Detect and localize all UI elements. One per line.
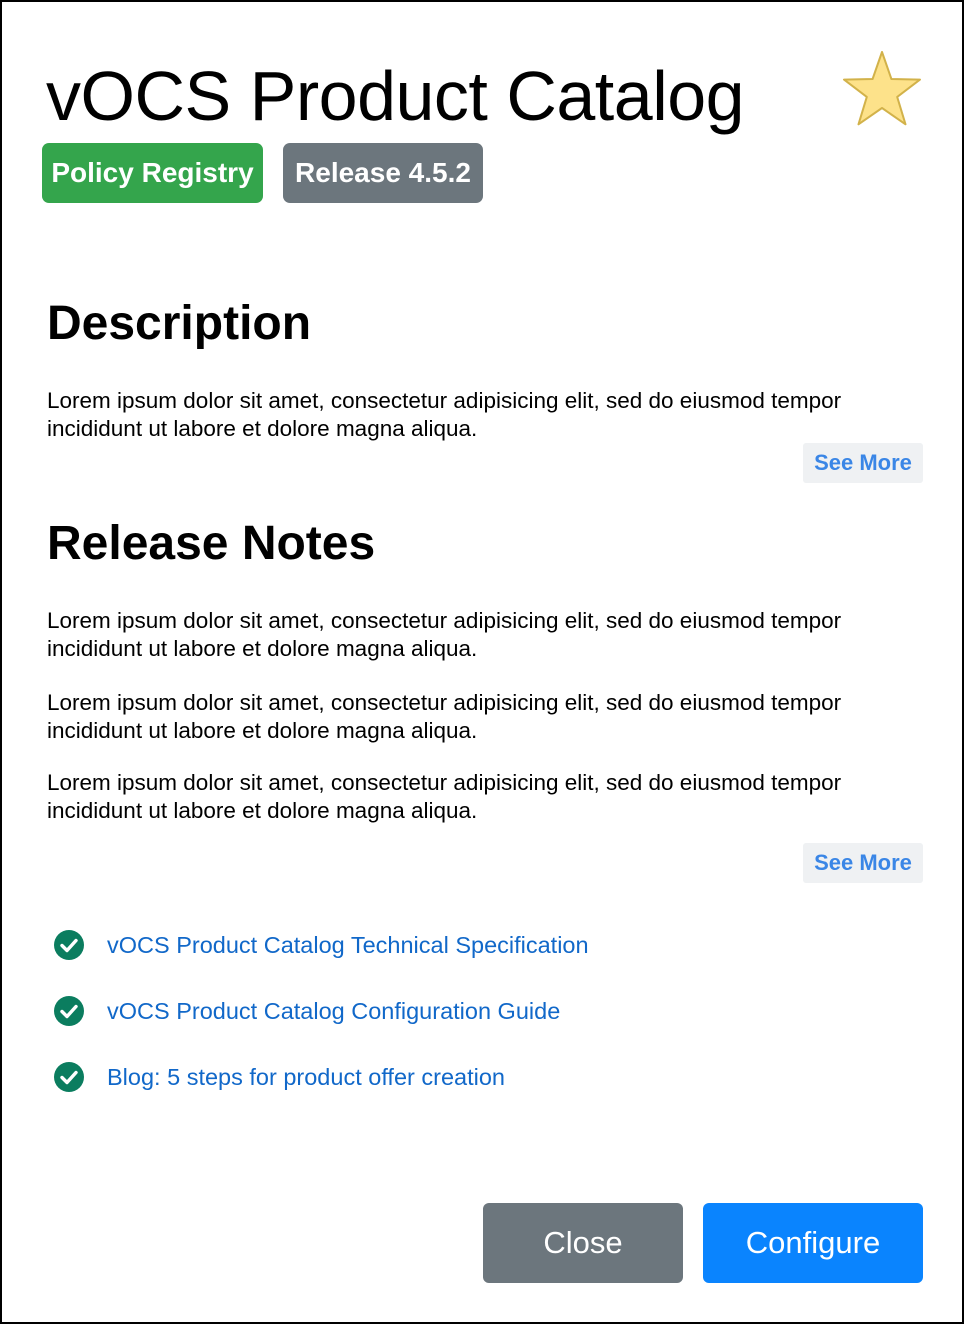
- close-button[interactable]: Close: [483, 1203, 683, 1283]
- page-title: vOCS Product Catalog: [46, 57, 745, 135]
- resource-link-item: vOCS Product Catalog Configuration Guide: [54, 996, 560, 1026]
- release-badge: Release 4.5.2: [283, 143, 483, 203]
- resource-link-item: Blog: 5 steps for product offer creation: [54, 1062, 505, 1092]
- description-see-more-button[interactable]: See More: [803, 443, 923, 483]
- check-circle-icon: [54, 1062, 84, 1092]
- check-circle-icon: [54, 996, 84, 1026]
- resource-link-item: vOCS Product Catalog Technical Specifica…: [54, 930, 589, 960]
- release-notes-see-more-button[interactable]: See More: [803, 843, 923, 883]
- check-circle-icon: [54, 930, 84, 960]
- configure-button[interactable]: Configure: [703, 1203, 923, 1283]
- blog-link[interactable]: Blog: 5 steps for product offer creation: [107, 1062, 505, 1092]
- category-badge: Policy Registry: [42, 143, 263, 203]
- configuration-guide-link[interactable]: vOCS Product Catalog Configuration Guide: [107, 996, 560, 1026]
- product-detail-dialog: vOCS Product Catalog Policy Registry Rel…: [0, 0, 964, 1324]
- release-notes-paragraph: Lorem ipsum dolor sit amet, consectetur …: [47, 608, 842, 661]
- release-notes-paragraph: Lorem ipsum dolor sit amet, consectetur …: [47, 690, 842, 743]
- star-icon[interactable]: [838, 48, 926, 128]
- description-text: Lorem ipsum dolor sit amet, consectetur …: [47, 388, 842, 441]
- technical-specification-link[interactable]: vOCS Product Catalog Technical Specifica…: [107, 930, 589, 960]
- description-heading: Description: [47, 297, 312, 350]
- release-notes-heading: Release Notes: [47, 517, 376, 570]
- release-notes-paragraph: Lorem ipsum dolor sit amet, consectetur …: [47, 770, 842, 823]
